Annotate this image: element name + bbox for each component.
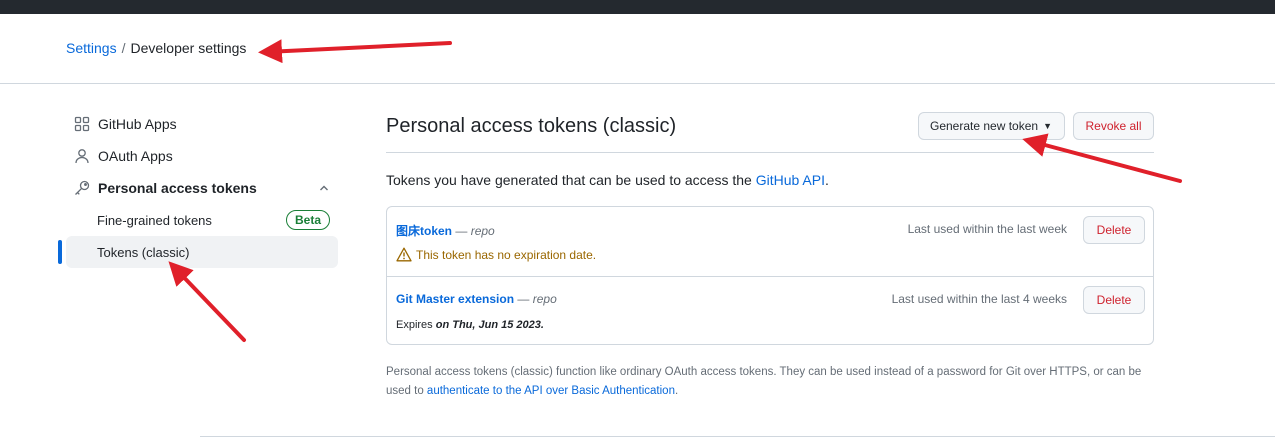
bottom-divider [200,436,1275,437]
intro-text: Tokens you have generated that can be us… [386,172,829,188]
token-list: 图床token — repo Last used within the last… [386,206,1154,345]
expires-suffix: . [540,319,544,331]
token-expiration: Expires on Thu, Jun 15 2023. [396,319,544,331]
sidebar-item-label: GitHub Apps [98,116,177,132]
generate-new-token-button[interactable]: Generate new token ▼ [918,112,1065,140]
expires-prefix: Expires [396,319,436,331]
sidebar-item-label: OAuth Apps [98,148,173,164]
token-row: 图床token — repo Last used within the last… [387,207,1153,276]
sidebar-subitem-tokens-classic[interactable]: Tokens (classic) [58,236,338,268]
breadcrumb-separator: / [121,40,126,56]
token-row: Git Master extension — repo Last used wi… [387,276,1153,345]
alert-icon [396,247,412,262]
token-last-used: Last used within the last week [907,222,1067,236]
token-name-link[interactable]: 图床token [396,224,452,238]
key-icon [74,180,90,196]
delete-token-button[interactable]: Delete [1083,216,1145,244]
annotation-arrow-breadcrumb [258,39,452,64]
sidebar-item-personal-access-tokens[interactable]: Personal access tokens [66,172,338,204]
token-title: 图床token — repo [396,222,495,239]
title-divider [386,152,1154,153]
github-api-link[interactable]: GitHub API [756,172,825,188]
breadcrumb: Settings / Developer settings [66,40,246,56]
developer-settings-sidebar: GitHub Apps OAuth Apps Personal access t… [58,108,338,268]
top-header-bar [0,0,1275,14]
token-last-used: Last used within the last 4 weeks [891,292,1067,306]
sidebar-subitem-label: Tokens (classic) [97,244,190,260]
annotation-arrow-generate [1022,133,1182,183]
breadcrumb-current: Developer settings [130,40,247,56]
sidebar-item-label: Personal access tokens [98,180,257,196]
basic-auth-link[interactable]: authenticate to the API over Basic Authe… [427,385,675,397]
caret-down-icon: ▼ [1043,121,1052,131]
token-scope: repo [532,292,557,306]
token-dash: — [455,224,468,238]
annotation-arrow-tokens-classic [168,261,246,342]
warning-text: This token has no expiration date. [416,247,597,262]
footnote-text: Personal access tokens (classic) functio… [386,363,1154,401]
token-title: Git Master extension — repo [396,292,557,306]
chevron-up-icon[interactable] [318,181,330,197]
sidebar-item-oauth-apps[interactable]: OAuth Apps [66,140,338,172]
revoke-all-button[interactable]: Revoke all [1073,112,1154,140]
apps-icon [74,116,90,132]
delete-token-button[interactable]: Delete [1083,286,1145,314]
token-name-link[interactable]: Git Master extension [396,292,514,306]
generate-new-token-label: Generate new token [930,119,1039,133]
expires-date: on Thu, Jun 15 2023 [435,319,541,331]
active-indicator [58,240,62,264]
token-scope: repo [470,224,495,238]
footnote-end: . [674,385,679,397]
sidebar-subitem-fine-grained-tokens[interactable]: Fine-grained tokens Beta [66,204,338,236]
person-icon [74,148,90,164]
page-title: Personal access tokens (classic) [386,115,677,137]
header-divider [0,83,1275,84]
beta-badge: Beta [285,210,330,230]
sidebar-item-github-apps[interactable]: GitHub Apps [66,108,338,140]
token-dash: — [517,292,530,306]
breadcrumb-settings-link[interactable]: Settings [66,40,117,56]
intro-text-end: . [824,172,829,188]
intro-text-body: Tokens you have generated that can be us… [386,172,756,188]
sidebar-subitem-label: Fine-grained tokens [97,212,212,228]
no-expiration-warning: This token has no expiration date. [396,247,596,262]
